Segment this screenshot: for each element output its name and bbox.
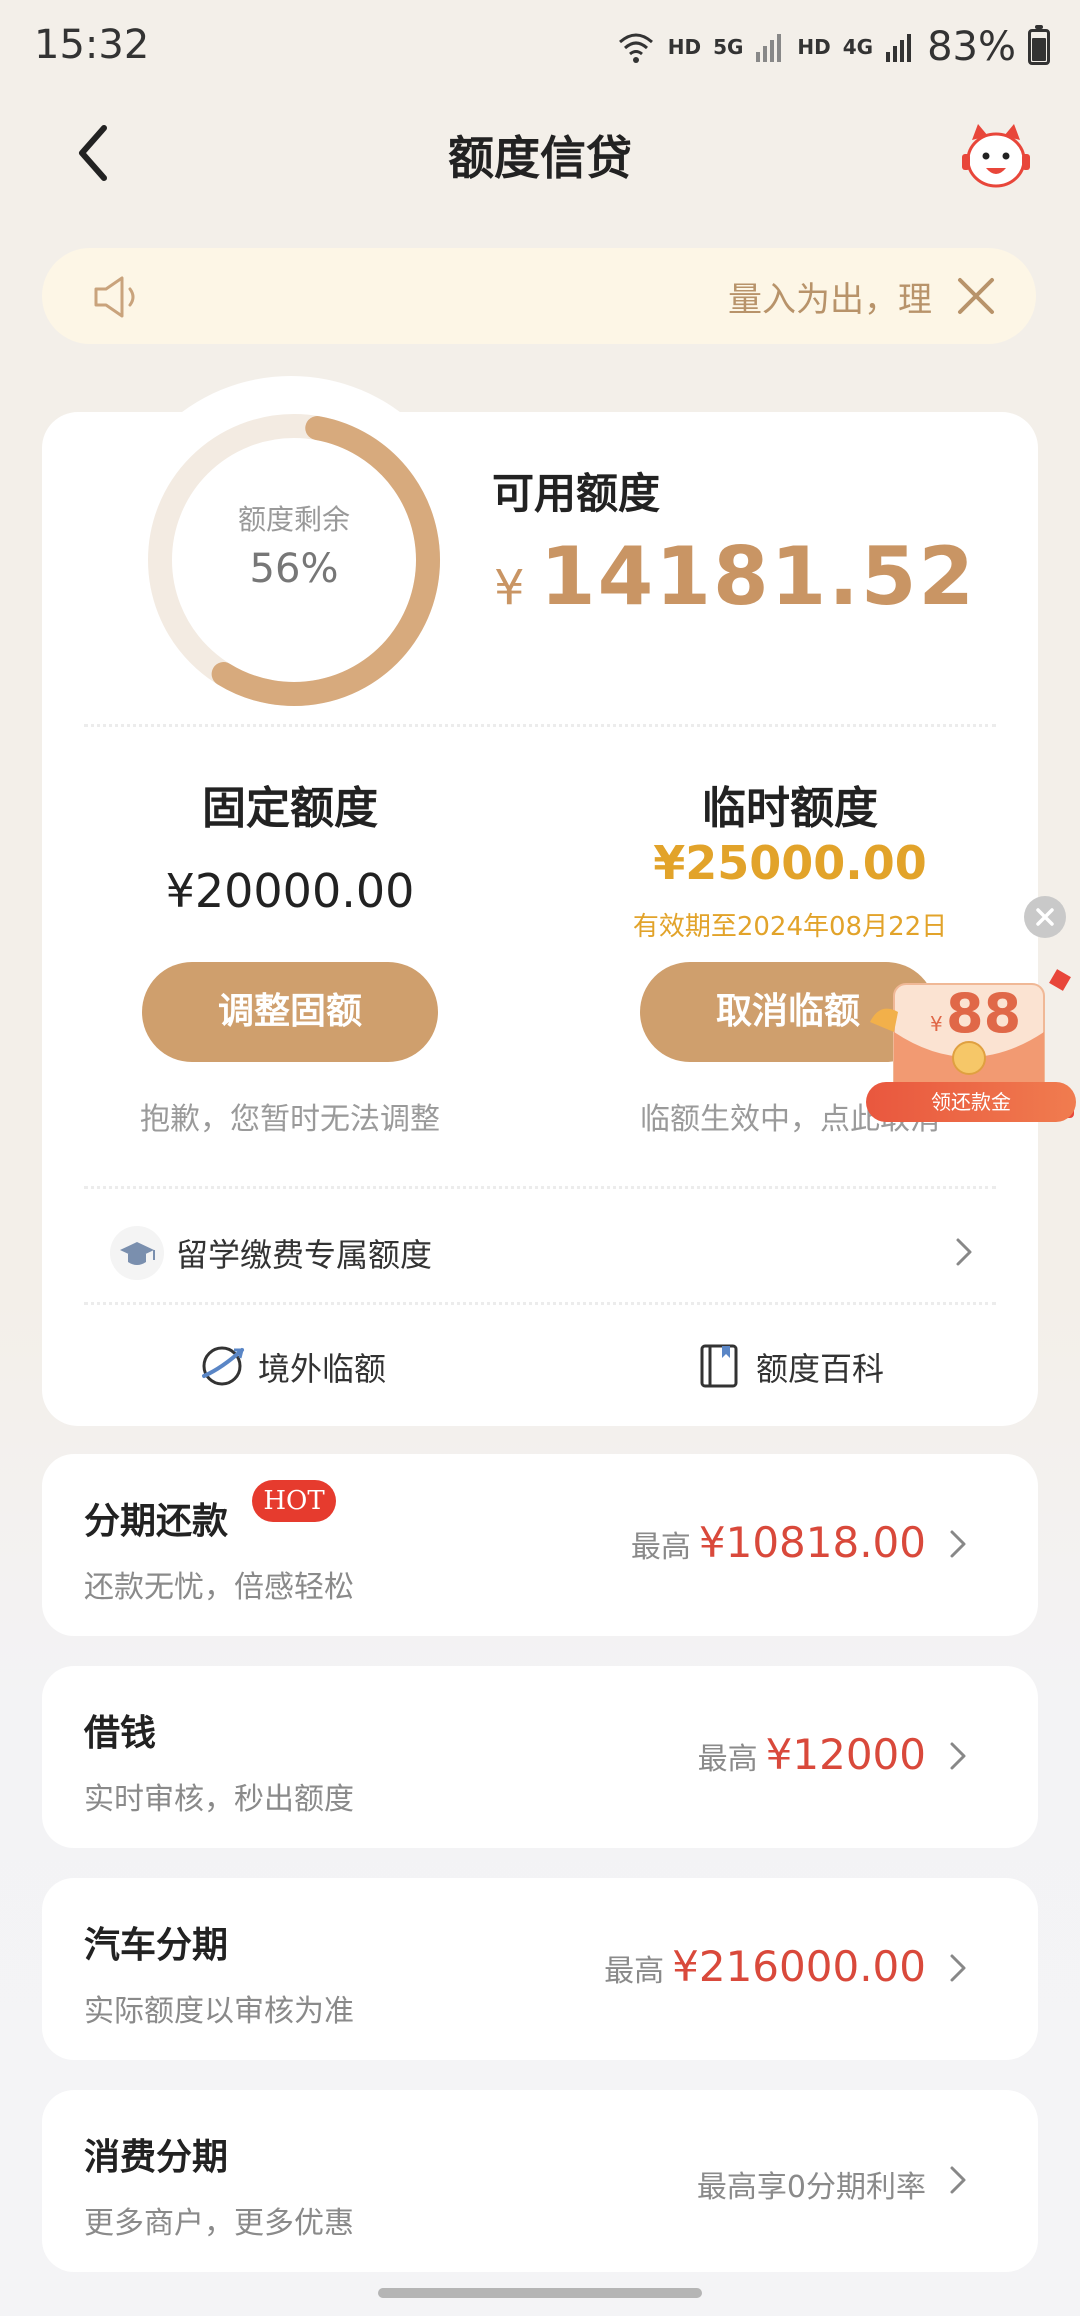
status-icons: HD 5G HD 4G 83% [616, 22, 1050, 72]
overseas-label: 境外临额 [258, 1350, 387, 1388]
temp-valid-until: 有效期至2024年08月22日 [632, 912, 948, 942]
encyclopedia-label: 额度百科 [756, 1350, 885, 1388]
mascot-icon[interactable] [958, 118, 1034, 194]
chevron-right-icon [950, 1954, 966, 1982]
product-title: 借钱 [84, 1713, 157, 1754]
speaker-icon [94, 276, 135, 318]
product-title: 分期还款 [84, 1501, 229, 1542]
notice-bar[interactable]: 量入为出，理 [42, 248, 1036, 344]
ad-close-icon[interactable] [1024, 896, 1066, 938]
home-indicator[interactable] [378, 2288, 702, 2298]
product-title: 汽车分期 [84, 1925, 229, 1966]
borrow-card[interactable]: 借钱 实时审核，秒出额度 最高 ¥12000 [42, 1666, 1038, 1848]
ad-label[interactable]: 领还款金 [866, 1082, 1076, 1122]
available-amount: 14181.52 [540, 530, 977, 623]
product-max-prefix: 最高 [604, 1954, 665, 1989]
product-max-prefix: 最高 [630, 1530, 691, 1565]
product-subtitle: 还款无忧，倍感轻松 [84, 1570, 354, 1605]
product-subtitle: 实时审核，秒出额度 [84, 1782, 354, 1817]
chevron-right-icon [950, 1742, 966, 1770]
hd-label-2: HD [797, 35, 831, 59]
fixed-title: 固定额度 [202, 783, 378, 834]
network-4g-label: 4G [842, 35, 874, 59]
chevron-right-icon [950, 1530, 966, 1558]
wifi-icon [618, 33, 653, 63]
product-max-prefix: 最高 [697, 1742, 758, 1777]
divider-3 [84, 1302, 996, 1305]
product-subtitle: 更多商户，更多优惠 [84, 2206, 354, 2241]
adjust-fixed-button[interactable]: 调整固额 [142, 962, 438, 1062]
product-max-value: ¥12000 [765, 1730, 926, 1779]
available-label: 可用额度 [492, 469, 661, 518]
hot-badge: HOT [252, 1480, 336, 1522]
hd-label: HD [667, 35, 702, 59]
product-max-value: ¥216000.00 [672, 1942, 926, 1991]
signal-icon-2 [886, 34, 912, 62]
book-icon [700, 1344, 738, 1388]
consumer-installment-card[interactable]: 消费分期 更多商户，更多优惠 最高享0分期利率 [42, 2090, 1038, 2272]
temp-amount: ¥25000.00 [653, 836, 927, 890]
divider [84, 724, 996, 727]
ring-percent: 56% [249, 546, 339, 592]
status-time: 15:32 [34, 22, 150, 68]
product-title: 消费分期 [84, 2137, 229, 2178]
fixed-amount: ¥20000.00 [165, 864, 415, 918]
product-max-value: ¥10818.00 [698, 1518, 926, 1567]
product-rate-text: 最高享0分期利率 [696, 2170, 926, 2205]
notice-text: 量入为出，理 [728, 280, 932, 320]
divider-2 [84, 1186, 996, 1189]
study-credit-label: 留学缴费专属额度 [176, 1236, 433, 1274]
battery-percent: 83% [927, 24, 1016, 70]
ad-yen: ¥ [930, 1012, 943, 1036]
network-5g-label: 5G [713, 35, 744, 59]
chevron-right-icon [956, 1238, 972, 1266]
page-title: 额度信贷 [448, 131, 632, 185]
installment-repay-card[interactable]: 分期还款 HOT 还款无忧，倍感轻松 最高 ¥10818.00 [42, 1454, 1038, 1636]
auto-installment-card[interactable]: 汽车分期 实际额度以审核为准 最高 ¥216000.00 [42, 1878, 1038, 2060]
available-currency: ¥ [494, 560, 525, 616]
overseas-icon [202, 1346, 244, 1386]
battery-icon [1028, 25, 1050, 65]
graduation-cap-icon [110, 1226, 164, 1280]
product-subtitle: 实际额度以审核为准 [84, 1994, 354, 2029]
signal-icon [756, 34, 782, 62]
chevron-right-icon [950, 2166, 966, 2194]
fixed-note: 抱歉，您暂时无法调整 [140, 1102, 440, 1137]
ring-label: 额度剩余 [237, 503, 350, 536]
close-icon[interactable] [952, 272, 1000, 320]
temp-title: 临时额度 [702, 783, 878, 834]
ad-amount: 88 [946, 982, 1022, 1045]
